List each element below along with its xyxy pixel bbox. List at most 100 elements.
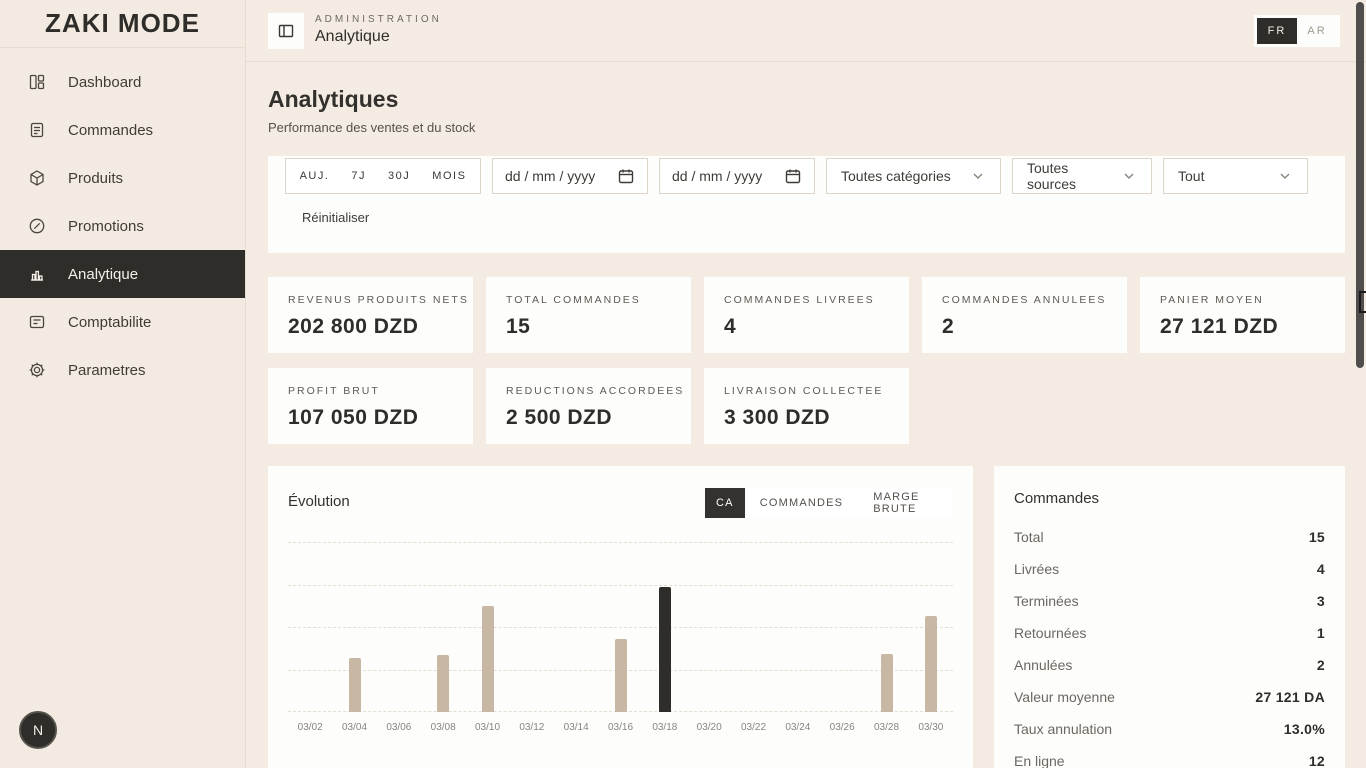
x-tick-label: 03/10	[466, 722, 510, 733]
chart-x-labels: 03/0203/0403/0603/0803/1003/1203/1403/16…	[288, 722, 953, 736]
kpi-label: LIVRAISON COLLECTEE	[724, 385, 909, 397]
kpi-value: 107 050 DZD	[288, 406, 473, 430]
sidebar-item-label: Analytique	[68, 266, 138, 283]
page-title: Analytiques	[268, 86, 398, 113]
select-value: Tout	[1178, 168, 1204, 184]
range-button-auj[interactable]: AUJ.	[300, 170, 330, 182]
orders-row-label: Annulées	[1014, 657, 1072, 673]
orders-row-value: 12	[1309, 753, 1325, 768]
kpi-card-reductions-accordees: REDUCTIONS ACCORDEES 2 500 DZD	[486, 368, 691, 444]
x-tick-label: 03/28	[865, 722, 909, 733]
orders-row-valeur-moyenne: Valeur moyenne 27 121 DA	[1014, 681, 1325, 713]
kpi-value: 27 121 DZD	[1160, 315, 1345, 339]
orders-row-value: 2	[1317, 657, 1325, 673]
calendar-icon	[784, 167, 802, 185]
promotions-icon	[28, 217, 46, 235]
x-tick-label: 03/14	[554, 722, 598, 733]
kpi-value: 2 500 DZD	[506, 406, 691, 430]
filter-select-0[interactable]: Toutes catégories	[826, 158, 1001, 194]
orders-row-en-ligne: En ligne12	[1014, 745, 1325, 768]
sidebar-item-parametres[interactable]: Parametres	[0, 346, 245, 394]
chart-bar-03-16[interactable]	[615, 639, 627, 712]
panel-toggle-icon	[277, 22, 295, 40]
kpi-card-total-commandes: TOTAL COMMANDES15	[486, 277, 691, 353]
orders-row-label: Total	[1014, 529, 1044, 545]
kpi-card-panier-moyen: PANIER MOYEN 27 121 DZD	[1140, 277, 1345, 353]
breadcrumb-page: Analytique	[315, 28, 442, 46]
range-button-30j[interactable]: 30J	[388, 170, 410, 182]
orders-row-taux-annulation: Taux annulation13.0%	[1014, 713, 1325, 745]
orders-row-value: 15	[1309, 529, 1325, 545]
orders-row-retournées: Retournées1	[1014, 617, 1325, 649]
kpi-value: 202 800 DZD	[288, 315, 473, 339]
quick-range-group: AUJ. 7J 30J MOIS	[285, 158, 481, 194]
chart-bar-03-10[interactable]	[482, 606, 494, 712]
filter-select-2[interactable]: Tout	[1163, 158, 1308, 194]
filter-controls: AUJ. 7J 30J MOIS dd / mm / yyyy dd / mm / y…	[285, 158, 1308, 194]
accounting-icon	[28, 313, 46, 331]
filter-select-1[interactable]: Toutes sources	[1012, 158, 1152, 194]
chart-bar-03-18[interactable]	[659, 587, 671, 712]
date-to-input[interactable]: dd / mm / yyyy	[659, 158, 815, 194]
kpi-label: REVENUS PRODUITS NETS	[288, 294, 473, 306]
sidebar-item-produits[interactable]: Produits	[0, 154, 245, 202]
products-icon	[28, 169, 46, 187]
sidebar-item-comptabilite[interactable]: Comptabilite	[0, 298, 245, 346]
sidebar-toggle-button[interactable]	[268, 13, 304, 49]
gridline	[288, 542, 953, 543]
x-tick-label: 03/08	[421, 722, 465, 733]
kpi-label: PROFIT BRUT	[288, 385, 473, 397]
orders-row-annulées: Annulées 2	[1014, 649, 1325, 681]
chart-bar-03-04[interactable]	[349, 658, 361, 712]
kpi-label: COMMANDES ANNULEES	[942, 294, 1127, 306]
orders-row-label: Valeur moyenne	[1014, 689, 1115, 705]
x-tick-label: 03/26	[820, 722, 864, 733]
brand-logo: ZAKI MODE	[0, 0, 245, 48]
sidebar-item-promotions[interactable]: Promotions	[0, 202, 245, 250]
kpi-card-commandes-livrees: COMMANDES LIVREES4	[704, 277, 909, 353]
calendar-icon	[617, 167, 635, 185]
chart-tab-commandes[interactable]: COMMANDES	[745, 488, 859, 518]
settings-icon	[28, 361, 46, 379]
x-tick-label: 03/04	[333, 722, 377, 733]
chart-tab-marge-brute[interactable]: MARGE BRUTE	[858, 488, 953, 518]
sidebar-item-label: Comptabilite	[68, 314, 151, 331]
x-tick-label: 03/02	[288, 722, 332, 733]
sidebar-item-dashboard[interactable]: Dashboard	[0, 58, 245, 106]
page-subtitle: Performance des ventes et du stock	[268, 120, 475, 135]
kpi-label: REDUCTIONS ACCORDEES	[506, 385, 691, 397]
chart-tab-ca[interactable]: CA	[705, 488, 745, 518]
orders-row-label: Terminées	[1014, 593, 1079, 609]
chart-bar-03-08[interactable]	[437, 655, 449, 712]
avatar[interactable]: N	[19, 711, 57, 749]
breadcrumb-section: ADMINISTRATION	[315, 14, 442, 25]
kpi-value: 2	[942, 315, 1127, 339]
sidebar-item-analytique[interactable]: Analytique	[0, 250, 245, 298]
orders-row-label: Retournées	[1014, 625, 1086, 641]
topbar: ADMINISTRATION Analytique FRAR	[246, 0, 1366, 62]
range-button-7j[interactable]: 7J	[351, 170, 366, 182]
date-from-input[interactable]: dd / mm / yyyy	[492, 158, 648, 194]
kpi-label: PANIER MOYEN	[1160, 294, 1345, 306]
main-content: Analytiques Performance des ventes et du…	[246, 62, 1366, 768]
lang-option-fr[interactable]: FR	[1257, 18, 1297, 44]
x-tick-label: 03/06	[377, 722, 421, 733]
orders-row-value: 4	[1317, 561, 1325, 577]
orders-row-total: Total 15	[1014, 521, 1325, 553]
language-toggle: FRAR	[1254, 15, 1340, 47]
orders-row-value: 27 121 DA	[1255, 689, 1325, 705]
chevron-down-icon	[970, 168, 986, 184]
vertical-scrollbar-thumb[interactable]	[1356, 2, 1364, 368]
sidebar-item-label: Parametres	[68, 362, 146, 379]
orders-summary-panel: Commandes Total15Livrées4Terminées3Retou…	[994, 466, 1345, 768]
lang-option-ar[interactable]: AR	[1297, 18, 1337, 44]
kpi-label: COMMANDES LIVREES	[724, 294, 909, 306]
chart-bar-03-28[interactable]	[881, 654, 893, 712]
orders-row-label: Taux annulation	[1014, 721, 1112, 737]
sidebar-item-commandes[interactable]: Commandes	[0, 106, 245, 154]
chart-bar-03-30[interactable]	[925, 616, 937, 712]
sidebar-nav: DashboardCommandesProduitsPromotions Anal…	[0, 58, 245, 394]
x-tick-label: 03/30	[909, 722, 953, 733]
reset-filters-link[interactable]: Réinitialiser	[302, 210, 369, 225]
range-button-mois[interactable]: MOIS	[432, 170, 466, 182]
